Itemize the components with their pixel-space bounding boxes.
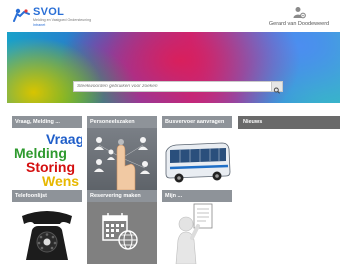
word-vraag: Vraag <box>46 131 82 147</box>
telephone-icon <box>22 211 72 260</box>
tile-header: Personeelszaken <box>87 116 157 128</box>
mijn-image <box>162 202 232 264</box>
tile-header: Mijn ... <box>162 190 232 202</box>
logo-subtitle: Melding en Vastgoed Ondersteuning <box>33 18 92 22</box>
logo-figure-icon <box>13 8 30 22</box>
search-box <box>73 81 283 94</box>
figure-with-document-icon <box>175 203 213 264</box>
logo-tagline: Intranet <box>33 23 46 27</box>
search-button[interactable] <box>271 82 282 94</box>
user-menu[interactable]: Gerard van Doodeweerd <box>264 6 334 28</box>
tile-header: Busvervoer aanvragen <box>162 116 232 128</box>
user-settings-icon <box>293 7 306 19</box>
search-input[interactable] <box>74 82 270 91</box>
tile-header: Vraag, Melding ... <box>12 116 82 128</box>
word-storing: Storing <box>26 159 75 175</box>
telephone-image <box>12 202 82 264</box>
word-melding: Melding <box>14 145 67 161</box>
svol-logo[interactable]: SVOL Melding en Vastgoed Ondersteuning I… <box>13 6 123 32</box>
search-icon <box>273 87 280 94</box>
people-network-icon <box>94 137 150 190</box>
hero-banner <box>7 32 340 103</box>
nieuws-header[interactable]: Nieuws <box>238 116 340 129</box>
bus-image <box>162 128 232 190</box>
logo-title: SVOL <box>33 6 65 18</box>
personeelszaken-image <box>87 128 157 190</box>
bus-icon <box>165 142 231 183</box>
word-wens: Wens <box>42 173 80 189</box>
tile-header: Reservering maken <box>87 190 157 202</box>
calendar-globe-icon <box>102 213 138 250</box>
tile-header: Telefoonlijst <box>12 190 82 202</box>
reservering-image <box>87 202 157 264</box>
vraag-melding-words: Vraag Melding Storing Wens <box>12 128 82 190</box>
user-name: Gerard van Doodeweerd <box>268 21 330 27</box>
